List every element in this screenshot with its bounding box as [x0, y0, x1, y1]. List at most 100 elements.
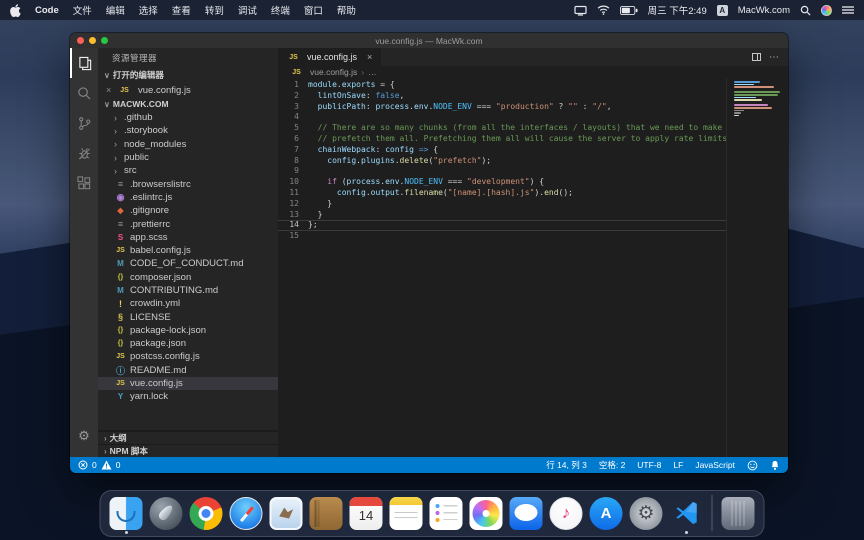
project-root-section[interactable]: ∨ MACWK.COM [98, 97, 278, 111]
errors-icon[interactable] [78, 460, 88, 470]
debug-icon[interactable] [70, 138, 98, 168]
dock-trash-icon[interactable] [722, 497, 755, 530]
code-line[interactable]: 8 config.plugins.delete("prefetch"); [278, 156, 726, 167]
menu-brand[interactable]: MacWk.com [738, 5, 790, 16]
file-row[interactable]: LICENSE [98, 310, 278, 323]
dock-vscode-icon[interactable] [670, 497, 703, 530]
file-row[interactable]: .prettierrc [98, 217, 278, 230]
code-line[interactable]: 1module.exports = { [278, 80, 726, 91]
file-row[interactable]: CONTRIBUTING.md [98, 284, 278, 297]
file-row[interactable]: ›node_modules [98, 138, 278, 151]
errors-count[interactable]: 0 [92, 460, 97, 470]
minimap[interactable] [734, 81, 782, 117]
code-line[interactable]: 15 [278, 231, 726, 242]
tab-close-icon[interactable]: × [367, 52, 372, 62]
file-row[interactable]: package-lock.json [98, 324, 278, 337]
dock-itunes-icon[interactable] [550, 497, 583, 530]
status-eol[interactable]: LF [673, 460, 683, 470]
dock-appstore-icon[interactable] [590, 497, 623, 530]
menu-clock[interactable]: 周三 下午2:49 [648, 3, 707, 17]
display-icon[interactable] [574, 5, 587, 16]
menu-app-name[interactable]: Code [35, 5, 59, 16]
file-row[interactable]: composer.json [98, 271, 278, 284]
file-row[interactable]: package.json [98, 337, 278, 350]
code-line[interactable]: 6 // prefetch them all. Prefetching them… [278, 134, 726, 145]
menu-help[interactable]: 帮助 [337, 3, 356, 17]
file-row[interactable]: README.md [98, 364, 278, 377]
apple-icon[interactable] [10, 4, 21, 17]
menu-go[interactable]: 转到 [205, 3, 224, 17]
menu-terminal[interactable]: 终端 [271, 3, 290, 17]
dock-safari-icon[interactable] [230, 497, 263, 530]
dock-calendar-icon[interactable]: 14 [350, 497, 383, 530]
more-actions-icon[interactable]: ⋯ [769, 52, 780, 63]
code-line[interactable]: 13 } [278, 210, 726, 221]
status-indentation[interactable]: 空格: 2 [599, 459, 625, 471]
dock-photos-icon[interactable] [470, 497, 503, 530]
file-row[interactable]: ›.github [98, 111, 278, 124]
file-row[interactable]: app.scss [98, 231, 278, 244]
input-method-icon[interactable]: A [717, 5, 728, 16]
zoom-window-button[interactable] [101, 37, 108, 44]
sidebar-section-NPM 脚本[interactable]: ›NPM 脚本 [98, 444, 278, 457]
status-language[interactable]: JavaScript [695, 460, 735, 470]
file-row[interactable]: crowdin.yml [98, 297, 278, 310]
open-editors-section[interactable]: ∨ 打开的编辑器 [98, 67, 278, 83]
code-line[interactable]: 4 [278, 112, 726, 123]
minimize-window-button[interactable] [89, 37, 96, 44]
code-editor[interactable]: 1module.exports = {2 lintOnSave: false,3… [278, 78, 726, 457]
breadcrumb[interactable]: vue.config.js › … [278, 66, 788, 78]
minimap-column[interactable] [726, 78, 788, 457]
source-control-icon[interactable] [70, 108, 98, 138]
sidebar-section-大纲[interactable]: ›大纲 [98, 431, 278, 444]
menu-window[interactable]: 窗口 [304, 3, 323, 17]
code-line[interactable]: 5 // There are so many chunks (from all … [278, 123, 726, 134]
menu-file[interactable]: 文件 [73, 3, 92, 17]
dock-launchpad-icon[interactable] [150, 497, 183, 530]
menu-view[interactable]: 查看 [172, 3, 191, 17]
code-line[interactable]: 10 if (process.env.NODE_ENV === "develop… [278, 177, 726, 188]
feedback-smiley-icon[interactable] [747, 460, 758, 471]
siri-icon[interactable] [821, 5, 832, 16]
file-row[interactable]: .browserslistrc [98, 177, 278, 190]
code-line[interactable]: 9 [278, 166, 726, 177]
code-line[interactable]: 14}; [278, 220, 726, 231]
extensions-icon[interactable] [70, 168, 98, 198]
explorer-icon[interactable] [70, 48, 98, 78]
dock-chrome-icon[interactable] [190, 497, 223, 530]
open-editor-item[interactable]: ×vue.config.js [98, 83, 278, 97]
search-icon[interactable] [70, 78, 98, 108]
dock-messages-icon[interactable] [510, 497, 543, 530]
dock-contacts-icon[interactable] [310, 497, 343, 530]
settings-gear-icon[interactable]: ⚙ [70, 421, 98, 451]
battery-icon[interactable] [620, 6, 638, 15]
dock-reminders-icon[interactable] [430, 497, 463, 530]
code-line[interactable]: 2 lintOnSave: false, [278, 91, 726, 102]
menu-edit[interactable]: 编辑 [106, 3, 125, 17]
wifi-icon[interactable] [597, 5, 610, 15]
close-editor-icon[interactable]: × [106, 85, 114, 95]
code-line[interactable]: 12 } [278, 199, 726, 210]
breadcrumb-file[interactable]: vue.config.js [310, 67, 357, 77]
dock-notes-icon[interactable] [390, 497, 423, 530]
menu-selection[interactable]: 选择 [139, 3, 158, 17]
dock-finder-icon[interactable] [110, 497, 143, 530]
file-row[interactable]: ›src [98, 164, 278, 177]
file-row[interactable]: vue.config.js [98, 377, 278, 390]
title-bar[interactable]: vue.config.js — MacWk.com [70, 33, 788, 48]
tab-vue-config[interactable]: vue.config.js × [278, 48, 381, 66]
code-line[interactable]: 3 publicPath: process.env.NODE_ENV === "… [278, 102, 726, 113]
dock-mail-icon[interactable] [270, 497, 303, 530]
status-encoding[interactable]: UTF-8 [637, 460, 661, 470]
notification-center-icon[interactable] [842, 5, 854, 15]
code-line[interactable]: 7 chainWebpack: config => { [278, 145, 726, 156]
menu-debug[interactable]: 调试 [238, 3, 257, 17]
file-row[interactable]: CODE_OF_CONDUCT.md [98, 257, 278, 270]
file-row[interactable]: .eslintrc.js [98, 191, 278, 204]
status-line-col[interactable]: 行 14, 列 3 [546, 459, 587, 471]
file-row[interactable]: yarn.lock [98, 390, 278, 403]
file-row[interactable]: babel.config.js [98, 244, 278, 257]
notifications-bell-icon[interactable] [770, 460, 780, 471]
breadcrumb-symbol[interactable]: … [368, 67, 377, 77]
file-row[interactable]: postcss.config.js [98, 350, 278, 363]
